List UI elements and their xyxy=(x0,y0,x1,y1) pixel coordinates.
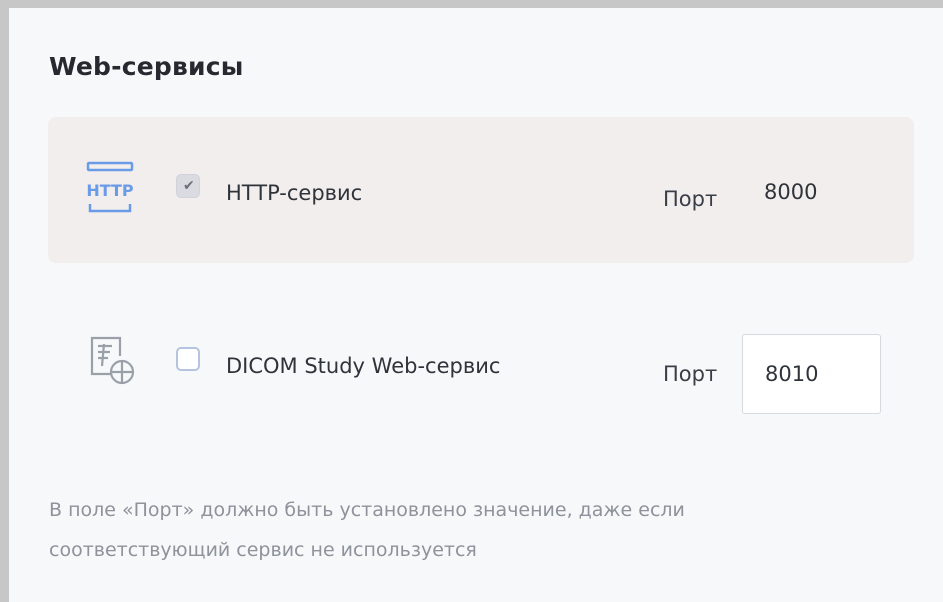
service-row-http: HTTP ✔ HTTP-сервис Порт xyxy=(48,117,914,263)
http-port-input[interactable] xyxy=(742,152,881,232)
dicom-port-label: Порт xyxy=(663,362,718,386)
http-port-label: Порт xyxy=(663,187,718,211)
checkmark-icon: ✔ xyxy=(183,178,195,194)
dicom-web-icon xyxy=(80,330,140,390)
http-service-checkbox[interactable]: ✔ xyxy=(176,174,200,198)
svg-text:HTTP: HTTP xyxy=(86,181,134,200)
http-icon: HTTP xyxy=(80,157,140,217)
service-row-dicom: DICOM Study Web-сервис Порт xyxy=(48,262,914,414)
http-service-label: HTTP-сервис xyxy=(226,181,363,205)
dicom-port-input[interactable] xyxy=(742,334,881,414)
port-hint-note: В поле «Порт» должно быть установлено зн… xyxy=(49,499,685,561)
section-title: Web-сервисы xyxy=(49,52,244,81)
dicom-service-label: DICOM Study Web-сервис xyxy=(226,354,501,378)
web-services-panel: Web-сервисы HTTP ✔ HTTP-сервис Порт 8000… xyxy=(0,0,943,602)
dicom-service-checkbox[interactable] xyxy=(176,347,200,371)
